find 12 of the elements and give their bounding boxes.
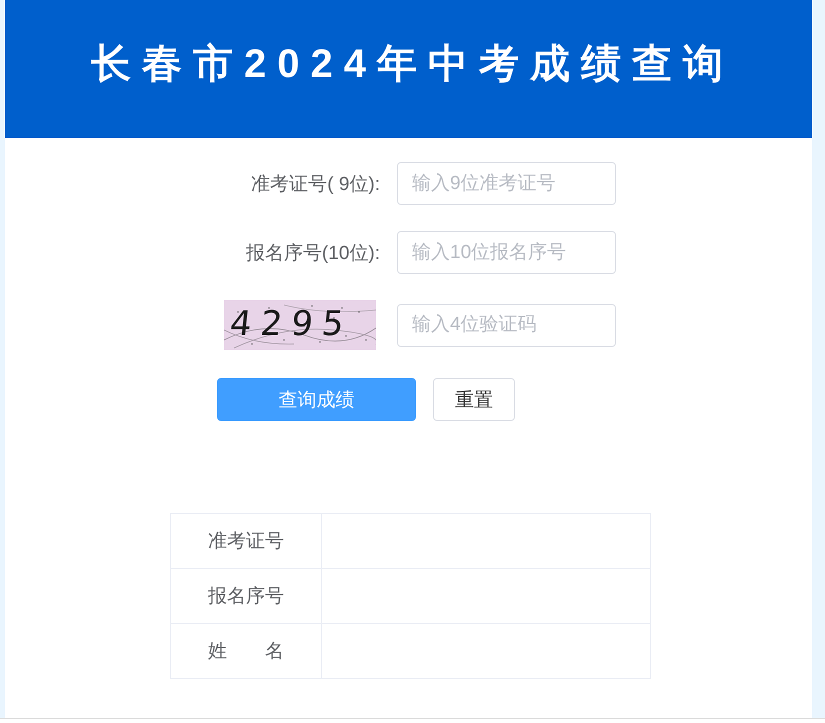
row-label-cell: 姓 名 [170, 624, 322, 678]
field-label: 准考证号( 9位): [251, 172, 380, 196]
reset-button[interactable]: 重置 [433, 378, 515, 421]
captcha-image[interactable]: 4295 [224, 300, 376, 350]
field-label: 报名序号(10位): [246, 242, 380, 266]
input-field[interactable]: 输入4位验证码 [397, 304, 616, 346]
input-field[interactable]: 输入10位报名序号 [397, 231, 616, 274]
row-label-cell: 准考证号 [170, 514, 322, 568]
captcha-code: 4295 [228, 304, 355, 344]
input-field[interactable]: 输入9位准考证号 [397, 162, 616, 205]
page-title: 长春市2024年中考成绩查询 [90, 41, 735, 88]
row-label-cell: 报名序号 [170, 568, 322, 624]
